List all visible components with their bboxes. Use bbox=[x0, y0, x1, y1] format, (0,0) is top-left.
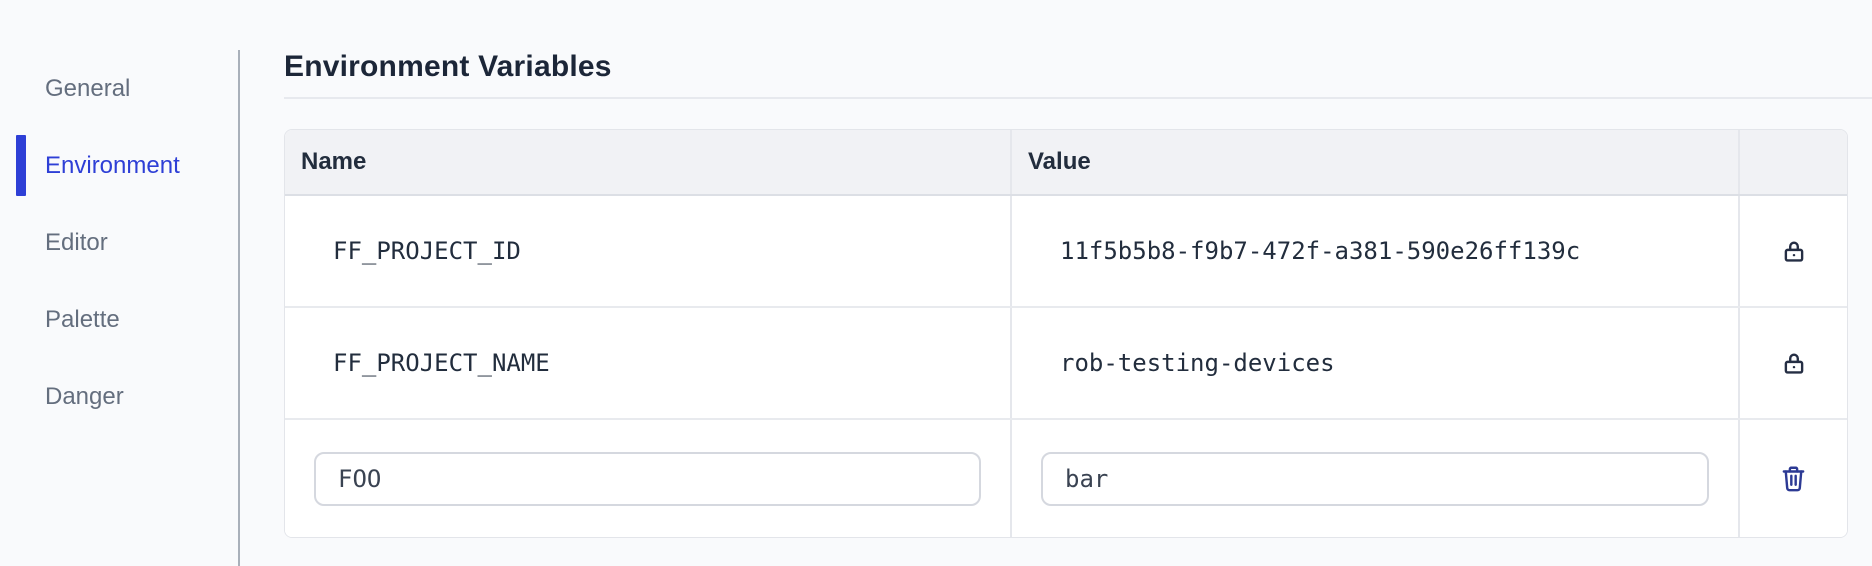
sidebar-item-editor[interactable]: Editor bbox=[0, 204, 239, 281]
sidebar-item-label: Palette bbox=[45, 305, 120, 333]
settings-sidebar: General Environment Editor Palette Dange… bbox=[0, 0, 239, 566]
sidebar-item-label: Environment bbox=[45, 151, 180, 179]
row-action-cell bbox=[1738, 196, 1847, 306]
trash-icon bbox=[1779, 463, 1808, 494]
environment-settings-panel: Environment Variables Name Value FF_PROJ… bbox=[240, 0, 1872, 566]
page-title: Environment Variables bbox=[284, 50, 612, 83]
row-action-cell bbox=[1738, 308, 1847, 418]
lock-icon bbox=[1781, 238, 1807, 265]
table-row: FF_PROJECT_NAME rob-testing-devices bbox=[285, 306, 1847, 418]
actions-column-header bbox=[1738, 130, 1847, 194]
env-var-value: rob-testing-devices bbox=[1010, 308, 1738, 418]
sidebar-item-label: General bbox=[45, 74, 131, 102]
env-var-value: 11f5b5b8-f9b7-472f-a381-590e26ff139c bbox=[1010, 196, 1738, 306]
table-row: FF_PROJECT_ID 11f5b5b8-f9b7-472f-a381-59… bbox=[285, 194, 1847, 306]
lock-icon bbox=[1781, 350, 1807, 377]
sidebar-item-danger[interactable]: Danger bbox=[0, 358, 239, 435]
sidebar-item-environment[interactable]: Environment bbox=[0, 127, 239, 204]
value-column-header: Value bbox=[1010, 130, 1738, 194]
sidebar-item-general[interactable]: General bbox=[0, 50, 239, 127]
new-var-value-input[interactable] bbox=[1041, 451, 1709, 506]
env-var-name: FF_PROJECT_ID bbox=[333, 237, 521, 265]
table-header-row: Name Value bbox=[285, 130, 1847, 194]
sidebar-item-palette[interactable]: Palette bbox=[0, 281, 239, 358]
name-column-header: Name bbox=[301, 148, 367, 175]
environment-variables-table: Name Value FF_PROJECT_ID 11f5b5b8-f9b7-4… bbox=[284, 129, 1848, 538]
active-indicator-bar bbox=[16, 135, 26, 196]
sidebar-item-label: Danger bbox=[45, 382, 124, 410]
new-var-value-cell bbox=[1010, 420, 1738, 537]
title-divider bbox=[284, 97, 1872, 99]
new-var-name-input[interactable] bbox=[314, 451, 981, 506]
table-row-editable bbox=[285, 418, 1847, 537]
new-var-name-cell bbox=[285, 420, 1010, 537]
sidebar-item-label: Editor bbox=[45, 228, 108, 256]
row-action-cell bbox=[1738, 420, 1847, 537]
env-var-name: FF_PROJECT_NAME bbox=[333, 349, 550, 377]
delete-variable-button[interactable] bbox=[1775, 459, 1812, 498]
